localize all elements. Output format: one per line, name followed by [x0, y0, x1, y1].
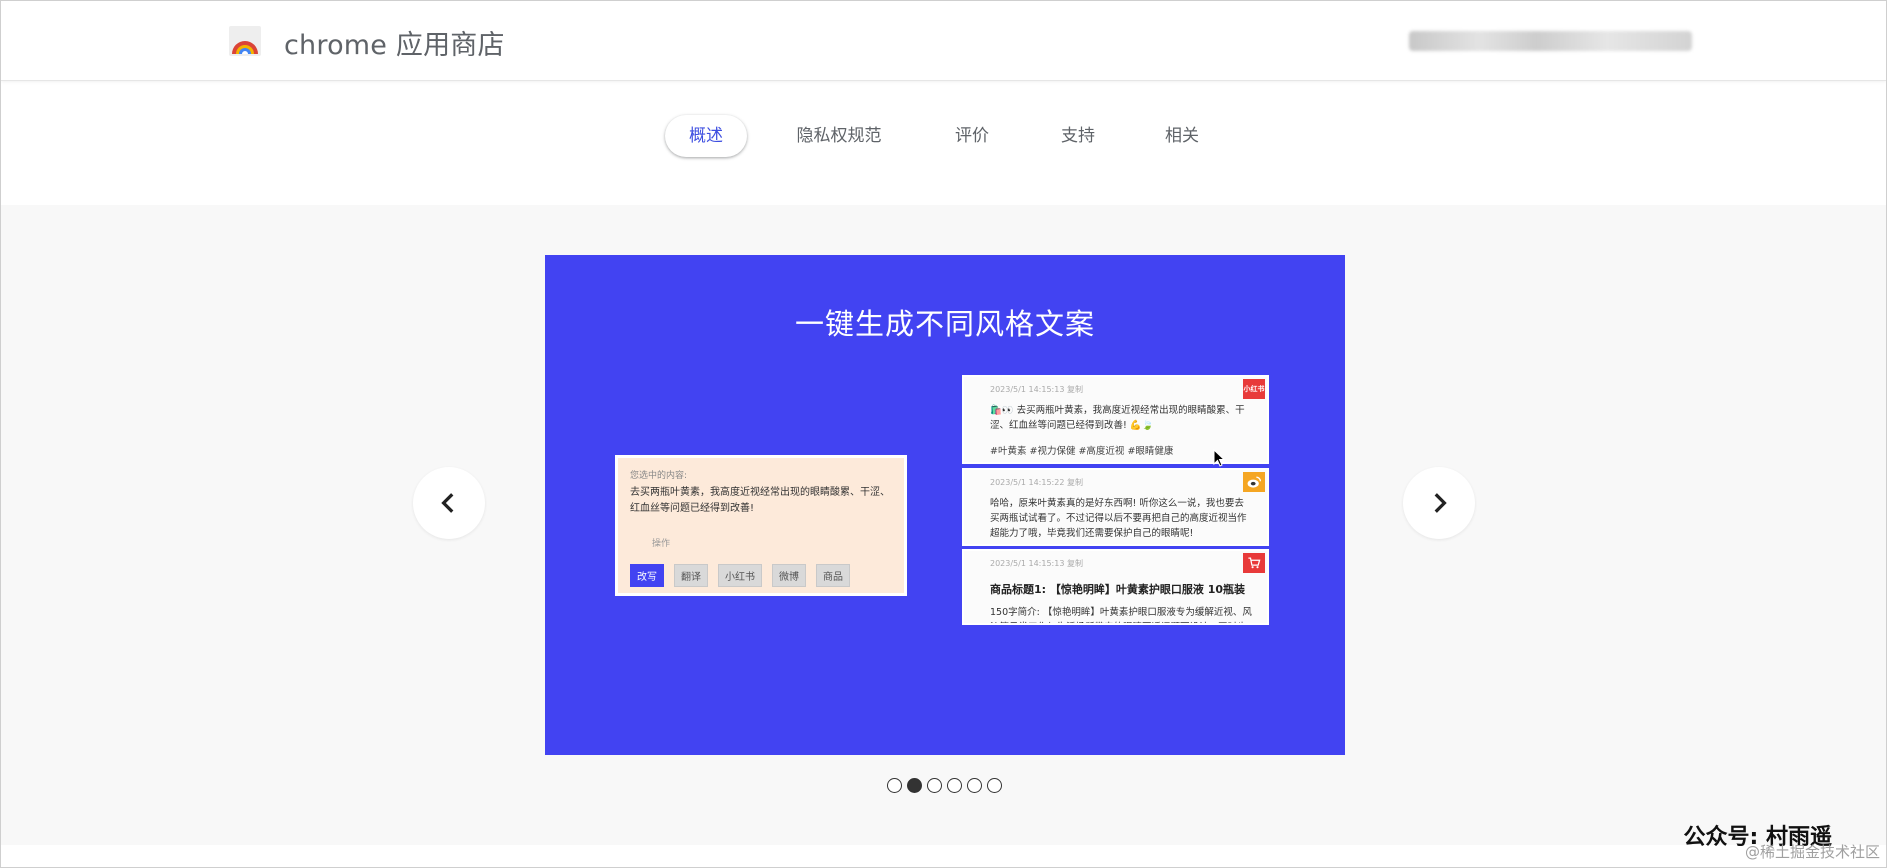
- carousel-dot-6[interactable]: [987, 778, 1002, 793]
- product-button[interactable]: 商品: [816, 564, 850, 587]
- browser-window: chrome 应用商店 概述 隐私权规范 评价 支持 相关 一键生成不同风格文案…: [0, 0, 1887, 868]
- tab-overview[interactable]: 概述: [665, 115, 747, 157]
- rewrite-button[interactable]: 改写: [630, 564, 664, 587]
- translate-button[interactable]: 翻译: [674, 564, 708, 587]
- cart-icon: [1243, 553, 1265, 573]
- output-timestamp: 2023/5/1 14:15:13 复制: [990, 385, 1083, 394]
- tab-reviews[interactable]: 评价: [937, 115, 1007, 157]
- xiaohongshu-button[interactable]: 小红书: [718, 564, 762, 587]
- weibo-button[interactable]: 微博: [772, 564, 806, 587]
- store-header: chrome 应用商店: [1, 1, 1886, 81]
- carousel-dot-1[interactable]: [887, 778, 902, 793]
- carousel-dot-4[interactable]: [947, 778, 962, 793]
- screenshot-gallery: 一键生成不同风格文案 您选中的内容: 去买两瓶叶黄素，我高度近视经常出现的眼睛酸…: [1, 205, 1886, 845]
- operation-label: 操作: [652, 539, 671, 549]
- output-tags: #叶黄素 #视力保健 #高度近视 #眼睛健康: [990, 446, 1174, 457]
- chevron-left-icon: [441, 493, 454, 513]
- selected-content-card: 您选中的内容: 去买两瓶叶黄素，我高度近视经常出现的眼睛酸累、干涩、红血丝等问题…: [615, 455, 907, 596]
- carousel-slide[interactable]: 一键生成不同风格文案 您选中的内容: 去买两瓶叶黄素，我高度近视经常出现的眼睛酸…: [545, 255, 1345, 755]
- tab-privacy[interactable]: 隐私权规范: [779, 115, 899, 157]
- output-card-weibo: 2023/5/1 14:15:22 复制 哈哈，原来叶黄素真的是好东西啊! 听你…: [962, 468, 1269, 546]
- selected-content-text: 去买两瓶叶黄素，我高度近视经常出现的眼睛酸累、干涩、红血丝等问题已经得到改善!: [630, 487, 890, 514]
- chrome-web-store-logo-icon[interactable]: [229, 26, 261, 56]
- carousel-next-button[interactable]: [1403, 467, 1475, 539]
- carousel-dot-3[interactable]: [927, 778, 942, 793]
- detail-tabs: 概述 隐私权规范 评价 支持 相关: [1, 115, 1886, 157]
- output-card-product: 2023/5/1 14:15:13 复制 商品标题1: 【惊艳明眸】叶黄素护眼口…: [962, 549, 1269, 625]
- carousel-prev-button[interactable]: [413, 467, 485, 539]
- carousel-dot-2[interactable]: [907, 778, 922, 793]
- tab-support[interactable]: 支持: [1043, 115, 1113, 157]
- output-body: 🛍️👀 去买两瓶叶黄素，我高度近视经常出现的眼睛酸累、干涩、红血丝等问题已经得到…: [990, 405, 1245, 431]
- carousel-dot-5[interactable]: [967, 778, 982, 793]
- juejin-watermark: @稀土掘金技术社区: [1744, 843, 1880, 861]
- output-timestamp: 2023/5/1 14:15:22 复制: [990, 478, 1083, 487]
- output-body: 150字简介: 【惊艳明眸】叶黄素护眼口服液专为缓解近视、风沙等日常工作与生活场…: [990, 607, 1252, 623]
- carousel-indicators: [887, 778, 1002, 793]
- tab-related[interactable]: 相关: [1147, 115, 1217, 157]
- account-info-blurred[interactable]: [1409, 31, 1692, 51]
- selected-content-label: 您选中的内容:: [630, 471, 688, 481]
- xiaohongshu-badge: 小红书: [1243, 379, 1265, 399]
- action-chips: 改写 翻译 小红书 微博 商品: [630, 564, 850, 587]
- mouse-cursor-icon: [1213, 449, 1225, 467]
- store-title[interactable]: chrome 应用商店: [284, 23, 505, 62]
- output-timestamp: 2023/5/1 14:15:13 复制: [990, 559, 1083, 568]
- output-body: 哈哈，原来叶黄素真的是好东西啊! 听你这么一说，我也要去买两瓶试试看了。不过记得…: [990, 498, 1247, 539]
- slide-title: 一键生成不同风格文案: [794, 307, 1095, 341]
- weibo-icon: [1243, 472, 1265, 492]
- output-heading: 商品标题1: 【惊艳明眸】叶黄素护眼口服液 10瓶装: [990, 583, 1246, 596]
- chevron-right-icon: [1434, 493, 1447, 513]
